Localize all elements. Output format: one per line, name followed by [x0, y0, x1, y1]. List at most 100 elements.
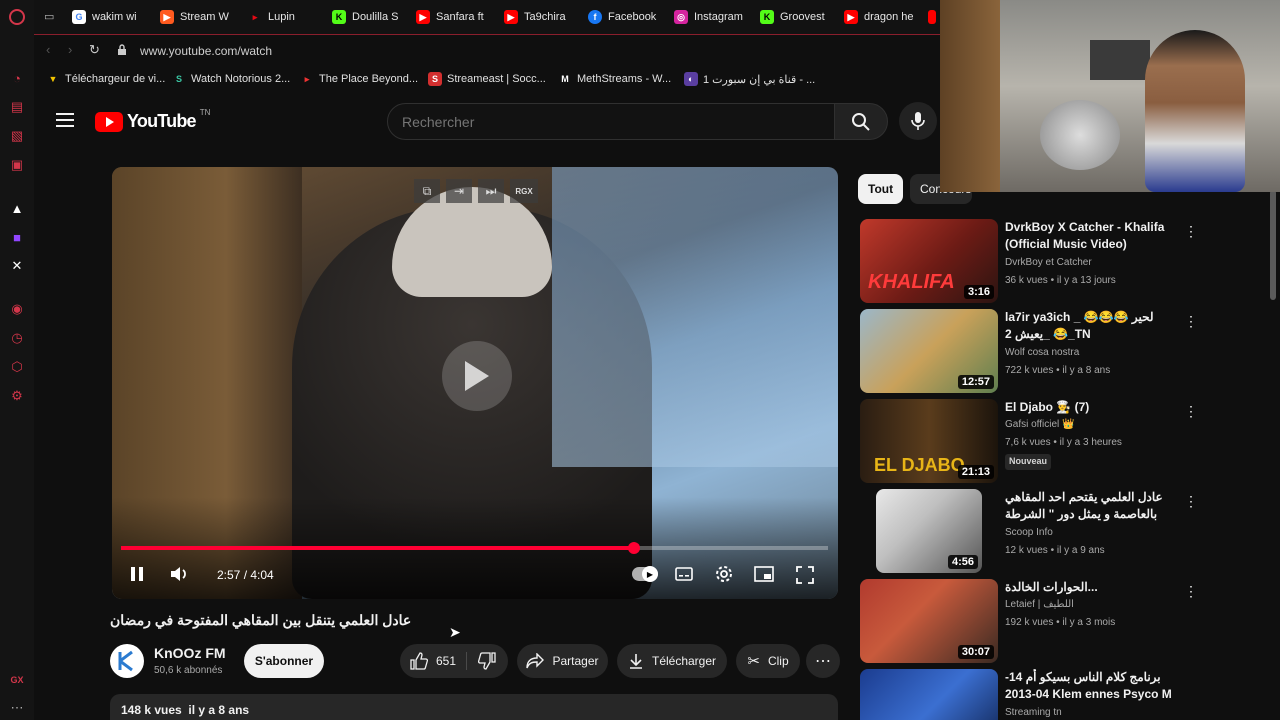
- exit-icon[interactable]: ⇥: [446, 179, 472, 203]
- rec-thumbnail[interactable]: [860, 669, 998, 720]
- more-vertical-icon[interactable]: ⋮: [1184, 403, 1198, 420]
- rec-channel[interactable]: DvrkBoy et Catcher: [1005, 257, 1092, 268]
- rec-thumbnail[interactable]: 4:56: [876, 489, 982, 573]
- search-input[interactable]: [388, 104, 808, 139]
- tab-facebook[interactable]: f Facebook: [588, 0, 678, 34]
- rec-thumbnail[interactable]: EL DJABO 21:13: [860, 399, 998, 483]
- page-scrollbar[interactable]: [1270, 190, 1276, 300]
- sidebar-more-icon[interactable]: ⋯: [9, 700, 25, 716]
- video-player[interactable]: ⧉ ⇥ ⏭ RGX 2:57 / 4:04 ▶: [112, 167, 838, 599]
- search-box[interactable]: [387, 103, 835, 140]
- voice-search-button[interactable]: [899, 102, 937, 140]
- more-vertical-icon[interactable]: ⋮: [1184, 673, 1190, 690]
- rgx-button[interactable]: RGX: [510, 179, 538, 203]
- skip-icon[interactable]: ⏭: [478, 179, 504, 203]
- opera-logo-icon[interactable]: [9, 9, 25, 25]
- settings-icon[interactable]: ⚙: [9, 388, 25, 404]
- miniplayer-button[interactable]: [754, 566, 774, 582]
- rec-title[interactable]: la7ir ya3ich _ 😂😂😂 لحير يعيش 2_ 😂_TN: [1005, 309, 1175, 343]
- bookmark-item[interactable]: S Watch Notorious 2...: [172, 72, 290, 86]
- tab-stream[interactable]: ▶ Stream W: [160, 0, 252, 34]
- hamburger-menu-icon[interactable]: [56, 113, 74, 127]
- share-button[interactable]: Partager: [517, 644, 608, 678]
- more-vertical-icon[interactable]: ⋮: [1184, 493, 1198, 510]
- recommendation-item[interactable]: 4:56 عادل العلمي يقتحم احد المقاهي بالعا…: [860, 489, 1198, 573]
- reload-icon[interactable]: ↻: [89, 42, 100, 58]
- tab-lupin[interactable]: ▸ Lupin: [248, 0, 328, 34]
- more-actions-button[interactable]: ⋯: [806, 644, 840, 678]
- rec-thumbnail[interactable]: 30:07: [860, 579, 998, 663]
- rec-title[interactable]: برنامج كلام الناس بسيكو أم 14-04-2013 Kl…: [1005, 669, 1175, 703]
- recommendation-item[interactable]: 30:07 الحوارات الخالدة... Letaief | اللط…: [860, 579, 1198, 663]
- rec-channel[interactable]: Wolf cosa nostra: [1005, 347, 1079, 358]
- more-vertical-icon[interactable]: ⋮: [1184, 223, 1198, 240]
- more-vertical-icon[interactable]: ⋮: [1184, 583, 1198, 600]
- rec-channel[interactable]: Streaming tn: [1005, 707, 1062, 718]
- tab-menu-icon[interactable]: ▭: [44, 10, 54, 23]
- search-button[interactable]: [834, 103, 888, 140]
- chip-all[interactable]: Tout: [858, 174, 904, 204]
- recommendation-item[interactable]: برنامج كلام الناس بسيكو أم 14-04-2013 Kl…: [860, 669, 1190, 720]
- volume-button[interactable]: [170, 565, 190, 583]
- rec-channel[interactable]: Scoop Info: [1005, 527, 1053, 538]
- channel-avatar[interactable]: [110, 644, 144, 678]
- twitch-icon[interactable]: ■: [9, 229, 25, 245]
- progress-track[interactable]: [121, 542, 828, 554]
- autoplay-toggle[interactable]: ▶: [632, 566, 658, 582]
- rec-title[interactable]: DvrkBoy X Catcher - Khalifa (Official Mu…: [1005, 219, 1175, 253]
- tab-doulilla[interactable]: K Doulilla S: [332, 0, 416, 34]
- popout-icon[interactable]: ⧉: [414, 179, 440, 203]
- tab-overflow[interactable]: [928, 0, 938, 34]
- extensions-icon[interactable]: ⬡: [9, 359, 25, 375]
- gx-control-icon[interactable]: ◔: [9, 70, 25, 86]
- tab-instagram[interactable]: ◎ Instagram: [674, 0, 764, 34]
- webcam-overlay: [940, 0, 1280, 192]
- subtitles-button[interactable]: [675, 566, 693, 582]
- tab-ta9chira[interactable]: ▶ Ta9chira: [504, 0, 588, 34]
- subtitles-icon: [675, 567, 693, 581]
- tab-dragon[interactable]: ▶ dragon he: [844, 0, 916, 34]
- bookmark-item[interactable]: ▼ Téléchargeur de vi...: [46, 72, 166, 86]
- bookmark-item[interactable]: S Streameast | Socc...: [428, 72, 546, 86]
- rec-title[interactable]: عادل العلمي يقتحم احد المقاهي بالعاصمة و…: [1005, 489, 1175, 525]
- recommendation-item[interactable]: EL DJABO 21:13 El Djabo 👨‍🍳 (7) Gafsi of…: [860, 399, 1198, 483]
- recommendation-item[interactable]: KHALIFA 3:16 DvrkBoy X Catcher - Khalifa…: [860, 219, 1198, 303]
- rec-title[interactable]: El Djabo 👨‍🍳 (7): [1005, 399, 1175, 416]
- bookmark-item[interactable]: M MethStreams - W...: [558, 72, 671, 86]
- pause-button[interactable]: [130, 566, 146, 583]
- like-button[interactable]: 651: [410, 652, 456, 670]
- dislike-button[interactable]: [477, 652, 496, 673]
- rec-thumbnail[interactable]: 12:57: [860, 309, 998, 393]
- subscribe-button[interactable]: S'abonner: [244, 644, 324, 678]
- gx-corner-icon[interactable]: ▤: [9, 99, 25, 115]
- youtube-logo[interactable]: YouTube TN: [95, 108, 210, 132]
- x-twitter-icon[interactable]: ✕: [9, 258, 25, 274]
- forward-icon[interactable]: ›: [68, 42, 72, 57]
- url-field[interactable]: www.youtube.com/watch: [140, 44, 272, 58]
- kick-sidebar-icon[interactable]: ▲: [9, 200, 25, 216]
- settings-button[interactable]: [715, 565, 733, 583]
- tab-groovest[interactable]: K Groovest: [760, 0, 846, 34]
- rec-title[interactable]: الحوارات الخالدة...: [1005, 579, 1175, 596]
- rec-thumbnail[interactable]: KHALIFA 3:16: [860, 219, 998, 303]
- bookmark-item[interactable]: ◐ قناة بي إن سبورت 1 - ...: [684, 72, 815, 86]
- clip-button[interactable]: ✂ Clip: [736, 644, 800, 678]
- player-icon[interactable]: ◉: [9, 301, 25, 317]
- tab-sanfara[interactable]: ▶ Sanfara ft: [416, 0, 502, 34]
- twitch-sidebar-icon[interactable]: ▧: [9, 128, 25, 144]
- messenger-icon[interactable]: ▣: [9, 157, 25, 173]
- channel-name[interactable]: KnOOz FM: [154, 645, 226, 661]
- center-play-button[interactable]: [442, 341, 512, 411]
- tab-label: Ta9chira: [524, 11, 566, 23]
- fullscreen-button[interactable]: [796, 566, 814, 584]
- rec-channel[interactable]: Letaief | اللطيف: [1005, 599, 1074, 610]
- recommendation-item[interactable]: 12:57 la7ir ya3ich _ 😂😂😂 لحير يعيش 2_ 😂_…: [860, 309, 1198, 393]
- tab-google[interactable]: G wakim wi: [72, 0, 164, 34]
- download-button[interactable]: Télécharger: [617, 644, 727, 678]
- bookmark-item[interactable]: ▸ The Place Beyond...: [300, 72, 418, 86]
- history-icon[interactable]: ◷: [9, 330, 25, 346]
- progress-scrubber[interactable]: [627, 542, 640, 554]
- more-vertical-icon[interactable]: ⋮: [1184, 313, 1198, 330]
- back-icon[interactable]: ‹: [46, 42, 50, 57]
- rec-channel[interactable]: Gafsi officiel 👑: [1005, 419, 1075, 430]
